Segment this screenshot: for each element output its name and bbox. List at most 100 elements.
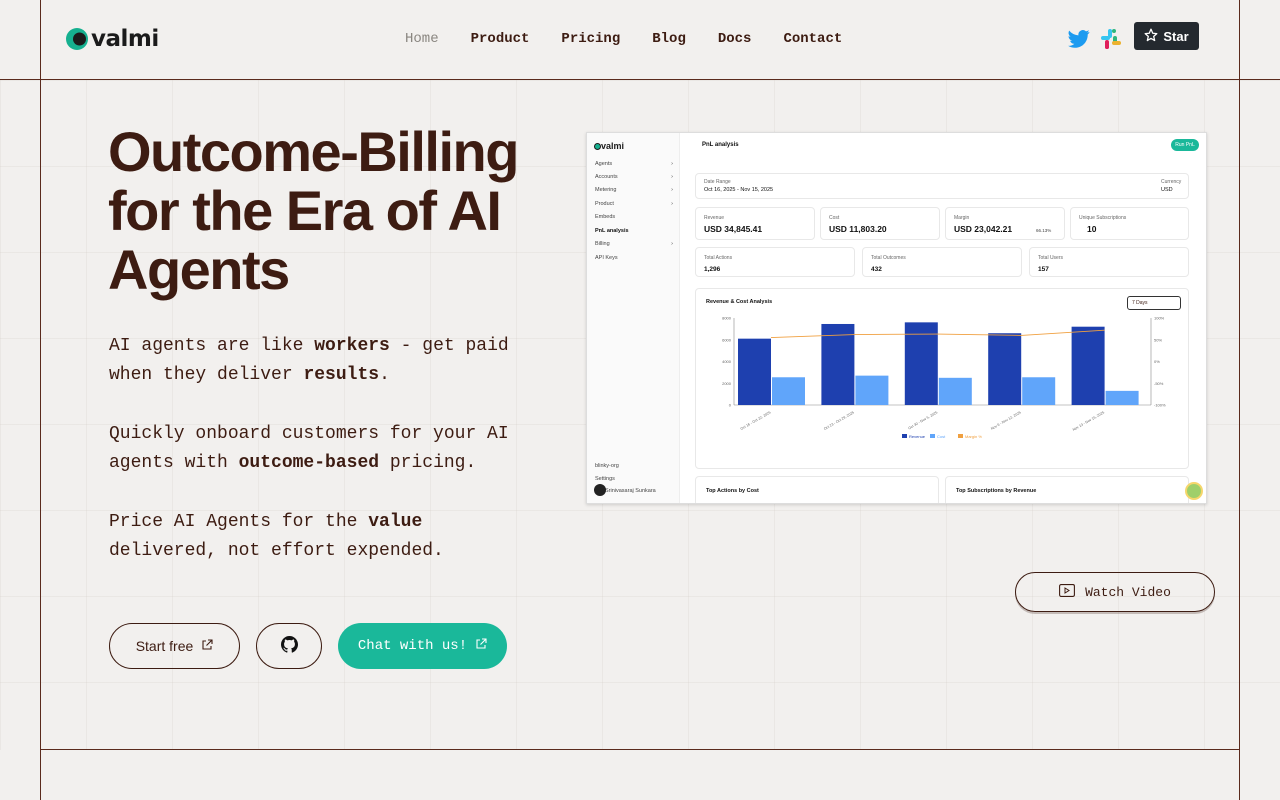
- sidebar-item-pnl[interactable]: PnL analysis: [595, 228, 673, 234]
- hero-paragraph-2: Quickly onboard customers for your AI ag…: [109, 424, 509, 473]
- nav-docs[interactable]: Docs: [718, 31, 752, 47]
- dashboard-logo: valmi: [594, 141, 624, 151]
- star-label: Star: [1163, 28, 1189, 44]
- bar-revenue: [904, 322, 938, 405]
- watch-video-button[interactable]: Watch Video: [1015, 572, 1215, 612]
- chat-label: Chat with us!: [357, 638, 468, 654]
- social-links: [1068, 28, 1122, 55]
- sidebar-item-agents[interactable]: Agents ›: [595, 161, 673, 167]
- total-actions-card: Total Actions 1,296: [695, 247, 855, 277]
- sidebar-item-accounts[interactable]: Accounts ›: [595, 174, 673, 180]
- sidebar-item-api-keys[interactable]: API Keys: [595, 255, 673, 261]
- chevron-right-icon: ›: [671, 174, 673, 180]
- header-divider: [0, 79, 1280, 80]
- github-icon: [280, 636, 298, 656]
- y2-tick-label: 100%: [1154, 316, 1165, 321]
- github-button[interactable]: [256, 623, 322, 669]
- video-icon: [1059, 583, 1076, 601]
- user-name[interactable]: Srinivasaraj Sunkara: [605, 488, 683, 494]
- legend-label: Revenue: [909, 434, 926, 439]
- nav-pricing[interactable]: Pricing: [561, 31, 620, 47]
- x-tick-label: Nov 13 - Nov 15, 2025: [1072, 410, 1105, 431]
- bar-revenue: [738, 338, 771, 405]
- chat-widget-icon[interactable]: [1185, 482, 1203, 500]
- x-tick-label: Oct 23 - Oct 29, 2025: [823, 410, 855, 431]
- legend-swatch: [930, 434, 935, 438]
- frame-line-right: [1239, 0, 1240, 800]
- bar-revenue: [988, 333, 1022, 405]
- hero-paragraph-1: AI agents are like workers - get paid wh…: [109, 336, 509, 385]
- sidebar-item-metering[interactable]: Metering ›: [595, 187, 673, 193]
- sidebar-item-product[interactable]: Product ›: [595, 201, 673, 207]
- avatar: [594, 484, 606, 496]
- main-nav: Home Product Pricing Blog Docs Contact: [405, 31, 874, 47]
- chevron-right-icon: ›: [671, 187, 673, 193]
- y-tick-label: 2000: [722, 381, 732, 386]
- valmi-logo-icon: [65, 27, 89, 51]
- legend-label: Cost: [937, 434, 946, 439]
- y2-tick-label: -100%: [1154, 403, 1166, 408]
- y2-tick-label: 50%: [1154, 337, 1162, 342]
- y-tick-label: 8000: [722, 316, 732, 321]
- bar-revenue: [1071, 326, 1105, 405]
- github-star-button[interactable]: Star: [1134, 22, 1199, 50]
- dashboard-screenshot: valmi Agents › Accounts › Metering › Produc…: [586, 132, 1207, 504]
- dashboard-page-title: PnL analysis: [702, 142, 739, 148]
- nav-contact[interactable]: Contact: [783, 31, 842, 47]
- external-link-icon: [201, 638, 213, 654]
- bar-cost: [1105, 390, 1139, 405]
- nav-blog[interactable]: Blog: [652, 31, 686, 47]
- y-tick-label: 4000: [722, 359, 732, 364]
- org-switcher[interactable]: blinky-org: [595, 463, 673, 469]
- sidebar-item-billing[interactable]: Billing ›: [595, 241, 673, 247]
- legend-swatch: [958, 434, 963, 438]
- top-actions-card: Top Actions by Cost: [695, 476, 939, 503]
- brand-logo[interactable]: valmi: [65, 26, 159, 52]
- external-link-icon: [475, 637, 487, 655]
- slack-icon[interactable]: [1100, 28, 1122, 55]
- metric-margin: Margin USD 23,042.21 66.13%: [945, 207, 1065, 240]
- dashboard-sidebar: valmi Agents › Accounts › Metering › Produc…: [587, 133, 683, 503]
- x-tick-label: Oct 16 - Oct 22, 2025: [740, 410, 772, 431]
- hero-paragraph-3: Price AI Agents for the value delivered,…: [109, 512, 444, 561]
- x-tick-label: Nov 6 - Nov 12, 2025: [990, 410, 1021, 430]
- start-free-button[interactable]: Start free: [109, 623, 240, 669]
- y2-tick-label: -50%: [1154, 381, 1164, 386]
- chevron-right-icon: ›: [671, 201, 673, 207]
- y-tick-label: 0: [729, 403, 732, 408]
- watch-video-label: Watch Video: [1085, 584, 1171, 600]
- revenue-cost-chart-card: Revenue & Cost Analysis 7 Days 8000 6000 4…: [695, 288, 1189, 469]
- bar-revenue: [821, 323, 855, 405]
- start-free-label: Start free: [135, 638, 194, 654]
- legend-swatch: [902, 434, 907, 438]
- nav-product[interactable]: Product: [471, 31, 530, 47]
- hero-title: Outcome-Billing for the Era of AI Agents: [108, 120, 519, 301]
- revenue-cost-chart: 8000 6000 4000 2000 0 100% 50% 0% -50% -100% Oct 1…: [722, 316, 1166, 440]
- sidebar-item-settings[interactable]: Settings: [595, 476, 673, 482]
- total-users-card: Total Users 157: [1029, 247, 1189, 277]
- total-outcomes-card: Total Outcomes 432: [862, 247, 1022, 277]
- metric-subscriptions: Unique Subscriptions 10: [1070, 207, 1189, 240]
- metric-cost: Cost USD 11,803.20: [820, 207, 940, 240]
- y2-tick-label: 0%: [1154, 359, 1160, 364]
- star-icon: [1144, 28, 1158, 45]
- bar-cost: [938, 377, 972, 405]
- twitter-icon[interactable]: [1068, 29, 1090, 54]
- x-tick-label: Oct 30 - Nov 5, 2025: [908, 410, 939, 430]
- nav-home[interactable]: Home: [405, 31, 439, 47]
- brand-name: valmi: [91, 26, 159, 52]
- hero-bottom-divider: [40, 749, 1240, 750]
- chat-button[interactable]: Chat with us!: [338, 623, 507, 669]
- bar-cost: [1022, 377, 1056, 405]
- frame-line-left: [40, 0, 41, 800]
- run-pnl-button[interactable]: Run PnL: [1171, 139, 1199, 151]
- legend-label: Margin %: [965, 434, 982, 439]
- y-tick-label: 6000: [722, 337, 732, 342]
- chevron-right-icon: ›: [671, 241, 673, 247]
- chevron-right-icon: ›: [671, 161, 673, 167]
- bar-cost: [855, 375, 889, 405]
- date-range-card[interactable]: Date Range Oct 16, 2025 - Nov 15, 2025 C…: [695, 173, 1189, 199]
- sidebar-item-embeds[interactable]: Embeds: [595, 214, 673, 220]
- metric-revenue: Revenue USD 34,845.41: [695, 207, 815, 240]
- top-subscriptions-card: Top Subscriptions by Revenue: [945, 476, 1189, 503]
